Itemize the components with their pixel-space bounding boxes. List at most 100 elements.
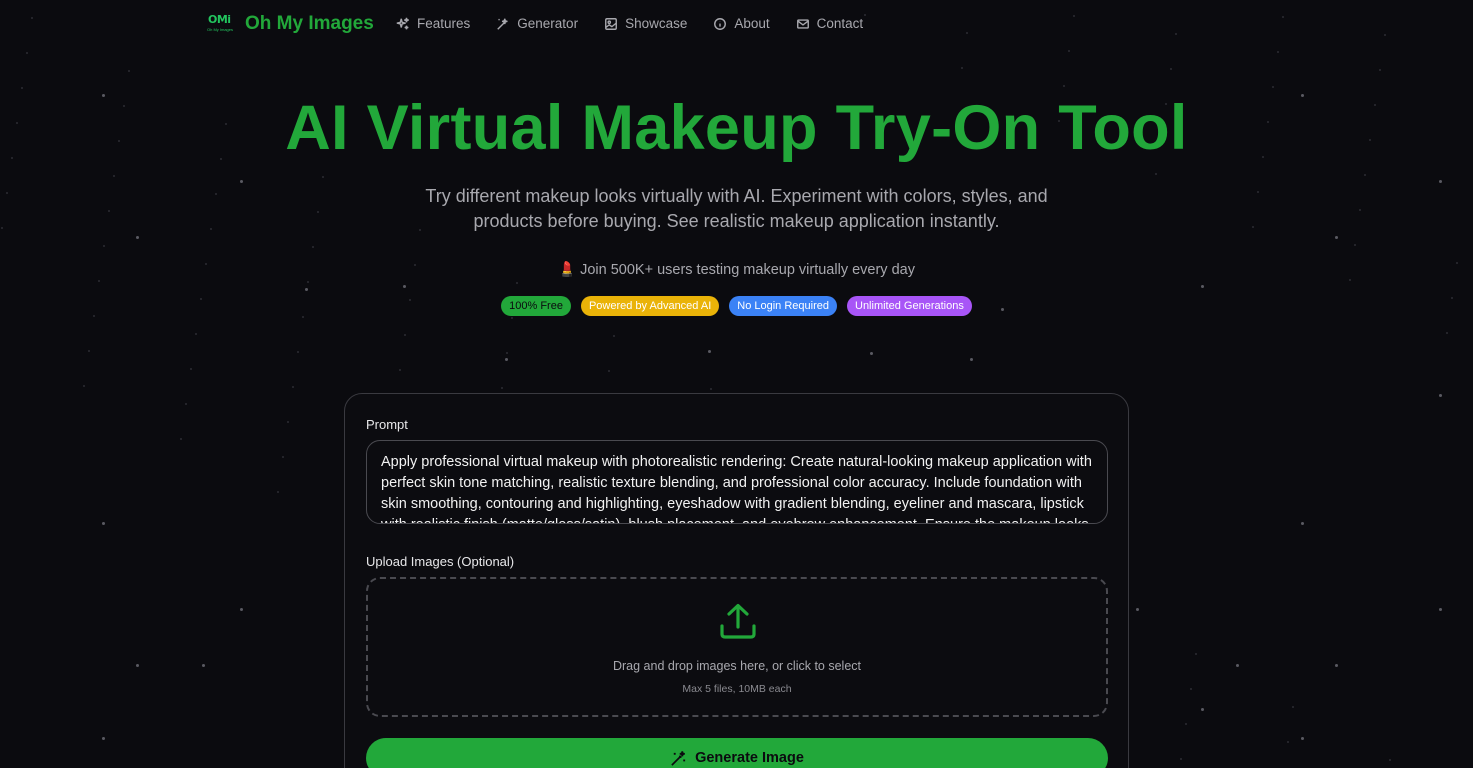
star-dot	[1446, 332, 1448, 334]
star-dot	[613, 335, 615, 337]
badge-advanced-ai: Powered by Advanced AI	[580, 296, 720, 316]
generate-button-label: Generate Image	[695, 750, 804, 766]
wand-icon	[497, 18, 508, 30]
star-dot	[98, 280, 100, 282]
star-dot	[506, 352, 508, 354]
star-dot	[1439, 394, 1442, 397]
star-dot	[108, 210, 110, 212]
star-dot	[1301, 522, 1304, 525]
star-dot	[1068, 50, 1070, 52]
page-title: AI Virtual Makeup Try-On Tool	[285, 93, 1188, 163]
nav-menu: Features Generator Showcase About Contac…	[396, 16, 889, 31]
image-gallery-icon	[605, 17, 618, 30]
badge-no-login: No Login Required	[729, 296, 837, 316]
star-dot	[240, 180, 243, 183]
feature-badges: 100% Free Powered by Advanced AI No Logi…	[0, 296, 1473, 316]
nav-item-label: Contact	[816, 16, 864, 31]
upload-label: Upload Images (Optional)	[366, 554, 515, 569]
star-dot	[317, 211, 319, 213]
star-dot	[180, 438, 182, 440]
nav-item-label: Showcase	[625, 16, 688, 31]
star-dot	[1354, 244, 1356, 246]
dropzone-hint: Max 5 files, 10MB each	[682, 683, 792, 695]
star-dot	[297, 351, 299, 353]
generate-image-button[interactable]: Generate Image	[366, 738, 1108, 768]
generator-card: Prompt Apply professional virtual makeup…	[344, 393, 1129, 768]
dropzone-text: Drag and drop images here, or click to s…	[612, 659, 862, 673]
star-dot	[1195, 653, 1197, 655]
social-proof-text: Join 500K+ users testing makeup virtuall…	[580, 262, 915, 278]
star-dot	[1292, 706, 1294, 708]
nav-item-generator[interactable]: Generator	[496, 16, 578, 31]
star-dot	[1389, 759, 1391, 761]
star-dot	[277, 491, 279, 493]
star-dot	[1201, 285, 1204, 288]
nav-item-about[interactable]: About	[713, 16, 770, 31]
nav-item-label: Generator	[517, 16, 579, 31]
star-dot	[608, 370, 610, 372]
star-dot	[282, 456, 284, 458]
star-dot	[1252, 226, 1254, 228]
star-dot	[403, 285, 406, 288]
nav-item-showcase[interactable]: Showcase	[604, 16, 687, 31]
nav-item-contact[interactable]: Contact	[796, 16, 864, 31]
star-dot	[195, 333, 197, 335]
star-dot	[102, 522, 105, 525]
star-dot	[1349, 279, 1351, 281]
star-dot	[190, 368, 192, 370]
star-dot	[6, 192, 8, 194]
star-dot	[1335, 664, 1338, 667]
star-dot	[103, 245, 105, 247]
star-dot	[1185, 723, 1187, 725]
top-navigation: OMi Oh My Images Oh My Images Features G…	[0, 0, 1473, 48]
star-dot	[292, 386, 294, 388]
star-dot	[1277, 51, 1279, 53]
star-dot	[1287, 741, 1289, 743]
star-dot	[1257, 191, 1259, 193]
star-dot	[1155, 173, 1157, 175]
star-dot	[501, 387, 503, 389]
nav-item-label: About	[734, 16, 770, 31]
nav-item-features[interactable]: Features	[396, 16, 470, 31]
star-dot	[185, 403, 187, 405]
star-dot	[708, 350, 711, 353]
star-dot	[210, 228, 212, 230]
star-dot	[1, 227, 3, 229]
star-dot	[1063, 85, 1065, 87]
star-dot	[710, 388, 712, 390]
prompt-textarea[interactable]: Apply professional virtual makeup with p…	[366, 440, 1108, 524]
star-dot	[102, 737, 105, 740]
star-dot	[1136, 608, 1139, 611]
magic-wand-icon	[671, 750, 686, 766]
brand-logo[interactable]: OMi Oh My Images Oh My Images	[207, 13, 374, 35]
image-dropzone[interactable]: Drag and drop images here, or click to s…	[366, 577, 1108, 717]
star-dot	[399, 369, 401, 371]
logo-mark-text: OMi	[208, 13, 231, 26]
star-dot	[240, 608, 243, 611]
star-dot	[970, 358, 973, 361]
nav-item-label: Features	[417, 16, 471, 31]
brand-name: Oh My Images	[245, 13, 374, 34]
star-dot	[113, 175, 115, 177]
logo-mark-icon: OMi Oh My Images	[207, 13, 235, 35]
star-dot	[1190, 688, 1192, 690]
star-dot	[287, 421, 289, 423]
sparkles-icon	[396, 17, 409, 29]
star-dot	[1379, 69, 1381, 71]
star-dot	[505, 358, 508, 361]
prompt-label: Prompt	[366, 417, 408, 432]
star-dot	[870, 352, 873, 355]
star-dot	[1170, 68, 1172, 70]
star-dot	[1201, 708, 1204, 711]
social-proof: 💄 Join 500K+ users testing makeup virtual…	[0, 261, 1473, 278]
star-dot	[1439, 608, 1442, 611]
star-dot	[26, 52, 28, 54]
upload-icon	[720, 603, 756, 639]
star-dot	[128, 70, 130, 72]
star-dot	[516, 282, 518, 284]
star-dot	[88, 350, 90, 352]
star-dot	[322, 176, 324, 178]
badge-free: 100% Free	[501, 296, 571, 316]
star-dot	[21, 87, 23, 89]
star-dot	[215, 193, 217, 195]
